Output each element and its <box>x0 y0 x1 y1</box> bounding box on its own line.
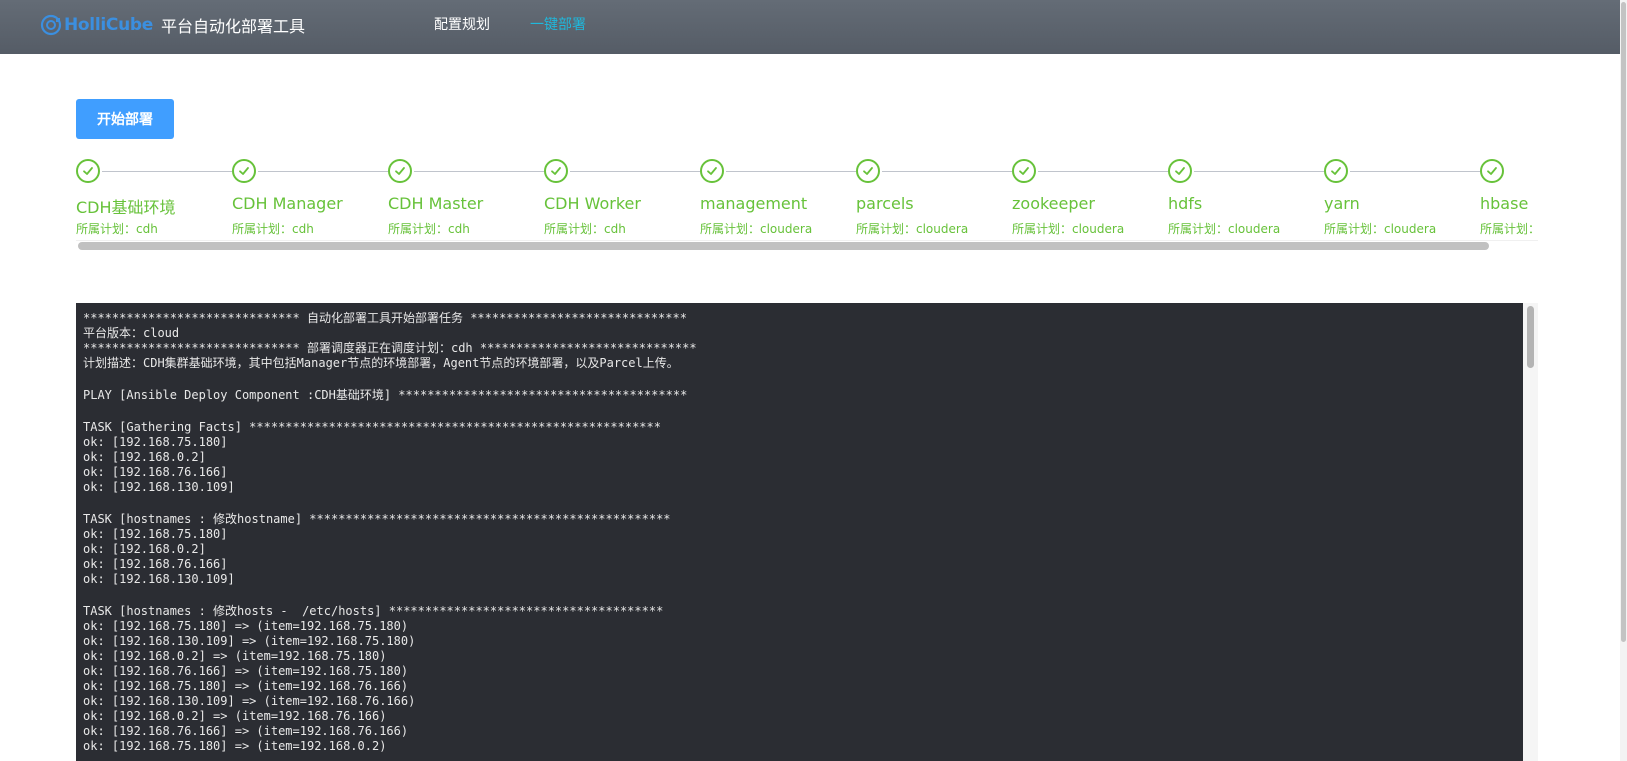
deploy-step: CDH Master 所属计划：cdh <box>388 158 544 236</box>
deploy-step: CDH基础环境所属计划：cdh <box>76 158 232 236</box>
step-plan: 所属计划：cloudera <box>1012 222 1125 236</box>
log-line: ok: [192.168.75.180] <box>83 435 228 449</box>
log-line: ok: [192.168.76.166] <box>83 557 228 571</box>
log-line: ****************************** 部署调度器正在调度… <box>83 341 697 355</box>
step-plan: 所属计划：cloudera <box>856 222 969 236</box>
step-connector <box>258 171 388 172</box>
step-plan: 所属计划：cloudera <box>1324 222 1437 236</box>
log-line: ok: [192.168.0.2] <box>83 450 206 464</box>
log-line: ****************************** 自动化部署工具开始… <box>83 311 687 325</box>
steps-track: CDH基础环境 所属计划：cdh CDH Manager 所属计划：cdh CDH Ma… <box>76 158 1538 236</box>
step-title: hbase <box>1480 194 1529 213</box>
log-lines: ****************************** 自动化部署工具开始… <box>83 311 1523 754</box>
step-connector <box>882 171 1012 172</box>
step-title: parcels <box>856 194 914 213</box>
step-plan: 所属计划：cdh <box>544 222 626 236</box>
steps-scrollbar-thumb[interactable] <box>78 242 1489 250</box>
log-line: ok: [192.168.130.109] => (item=192.168.7… <box>83 694 416 708</box>
check-circle-icon <box>700 159 724 183</box>
deploy-step: management 所属计划：cloudera <box>700 158 856 236</box>
step-title: management <box>700 194 808 213</box>
log-line: ok: [192.168.0.2] => (item=192.168.75.18… <box>83 649 387 663</box>
check-circle-icon <box>856 159 880 183</box>
check-circle-icon <box>544 159 568 183</box>
log-line: TASK [hostnames : 修改hosts - /etc/hosts] … <box>83 604 664 618</box>
step-connector <box>1194 171 1324 172</box>
log-line: ok: [192.168.75.180] => (item=192.168.75… <box>83 619 409 633</box>
check-circle-icon <box>1168 159 1192 183</box>
step-plan: 所属计划：cloudera <box>700 222 813 236</box>
log-line: ok: [192.168.0.2] <box>83 542 206 556</box>
step-connector <box>1038 171 1168 172</box>
deploy-step: zookeeper 所属计划：cloudera <box>1012 158 1168 236</box>
deploy-steps: CDH基础环境 所属计划：cdh CDH Manager 所属计划：cdh CDH Ma… <box>76 158 1538 252</box>
check-circle-icon <box>1012 159 1036 183</box>
log-scrollbar-thumb[interactable] <box>1527 306 1534 368</box>
log-line: ok: [192.168.130.109] <box>83 480 235 494</box>
deploy-step: hbase 所属计划： <box>1480 158 1538 236</box>
log-line: 计划描述：CDH集群基础环境，其中包括Manager节点的环境部署，Agent节… <box>83 356 679 370</box>
log-line: PLAY [Ansible Deploy Component :CDH基础环境]… <box>83 388 688 402</box>
hollicube-logo-icon <box>40 14 62 36</box>
step-title: hdfs <box>1168 194 1203 213</box>
log-line: 平台版本：cloud <box>83 326 180 340</box>
log-line: ok: [192.168.0.2] => (item=192.168.76.16… <box>83 709 387 723</box>
step-connector <box>570 171 700 172</box>
page-scrollbar-thumb[interactable] <box>1621 2 1626 642</box>
step-plan: 所属计划：cloudera <box>1168 222 1281 236</box>
check-circle-icon <box>388 159 412 183</box>
step-title: zookeeper <box>1012 194 1095 213</box>
deploy-step: parcels 所属计划：cloudera <box>856 158 1012 236</box>
brand[interactable]: HolliCube 平台自动化部署工具 <box>40 13 305 37</box>
step-title: CDH Master <box>388 194 484 213</box>
log-line: ok: [192.168.130.109] <box>83 572 235 586</box>
log-line: ok: [192.168.75.180] => (item=192.168.76… <box>83 679 409 693</box>
top-header: HolliCube 平台自动化部署工具 配置规划 一键部署 <box>0 0 1620 54</box>
nav-item-config-plan[interactable]: 配置规划 <box>434 14 490 34</box>
start-deploy-button[interactable]: 开始部署 <box>76 99 174 139</box>
log-line: ok: [192.168.75.180] => (item=192.168.0.… <box>83 739 387 753</box>
step-title: yarn <box>1324 194 1360 213</box>
log-line: ok: [192.168.76.166] <box>83 465 228 479</box>
check-circle-icon <box>76 159 100 183</box>
deploy-step: hdfs 所属计划：cloudera <box>1168 158 1324 236</box>
log-line: ok: [192.168.76.166] => (item=192.168.76… <box>83 724 409 738</box>
step-title: CDH Manager <box>232 194 343 213</box>
deploy-step: CDH Manager 所属计划：cdh <box>232 158 388 236</box>
nav-item-one-click-deploy[interactable]: 一键部署 <box>530 14 586 34</box>
step-plan: 所属计划： <box>1480 222 1538 236</box>
step-plan: 所属计划：cdh <box>232 222 314 236</box>
step-title: CDH Worker <box>544 194 641 213</box>
logo-text: HolliCube <box>64 15 153 35</box>
step-connector <box>1350 171 1480 172</box>
log-line: ok: [192.168.75.180] <box>83 527 228 541</box>
log-scrollbar[interactable] <box>1523 303 1538 761</box>
check-circle-icon <box>1480 159 1504 183</box>
step-plan: 所属计划：cdh <box>76 222 158 236</box>
step-title: CDH基础环境 <box>76 198 176 217</box>
main-nav: 配置规划 一键部署 <box>434 14 586 34</box>
step-plan: 所属计划：cdh <box>388 222 470 236</box>
step-connector <box>414 171 544 172</box>
check-circle-icon <box>232 159 256 183</box>
log-line: TASK [hostnames : 修改hostname] **********… <box>83 512 671 526</box>
log-line: ok: [192.168.76.166] => (item=192.168.75… <box>83 664 409 678</box>
deploy-step: yarn 所属计划：cloudera <box>1324 158 1480 236</box>
deploy-log-console[interactable]: ****************************** 自动化部署工具开始… <box>76 303 1538 761</box>
check-circle-icon <box>1324 159 1348 183</box>
log-line: TASK [Gathering Facts] *****************… <box>83 420 661 434</box>
deploy-step: CDH Worker 所属计划：cdh <box>544 158 700 236</box>
log-line: ok: [192.168.130.109] => (item=192.168.7… <box>83 634 416 648</box>
step-connector <box>726 171 856 172</box>
app-title: 平台自动化部署工具 <box>160 17 305 36</box>
step-connector <box>102 171 232 172</box>
